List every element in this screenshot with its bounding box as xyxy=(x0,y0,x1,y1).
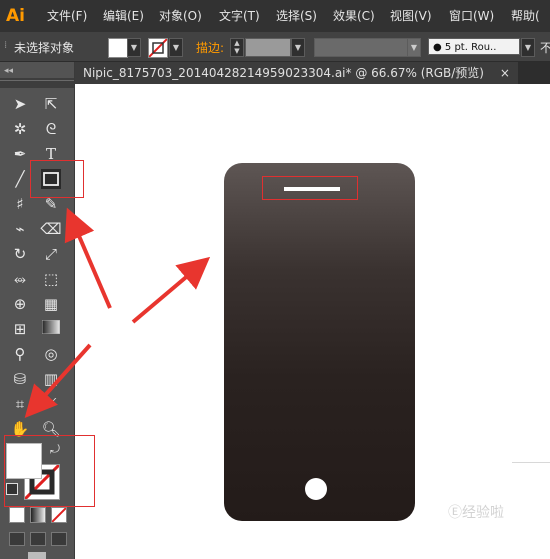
watermark: Ⓔ经验啦 xyxy=(448,505,504,521)
watermark-logo-icon: Ⓔ xyxy=(448,505,462,521)
arrow-to-phone xyxy=(131,256,211,324)
arrow-to-rectangle-tool xyxy=(64,207,112,309)
arrow-to-color-box xyxy=(24,343,92,418)
annotation-arrows xyxy=(24,207,211,418)
